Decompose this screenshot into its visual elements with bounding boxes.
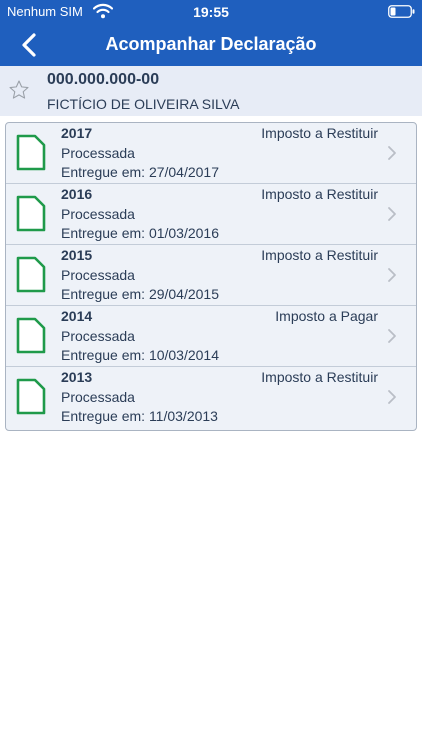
declaration-kind: Imposto a Pagar	[275, 308, 378, 324]
declaration-status: Processada	[61, 328, 135, 344]
file-icon	[16, 195, 46, 232]
declaration-row[interactable]: 2014 Imposto a Pagar Processada Entregue…	[6, 306, 416, 367]
status-bar: Nenhum SIM 19:55	[0, 0, 422, 24]
declaration-status: Processada	[61, 206, 135, 222]
file-icon	[16, 256, 46, 293]
chevron-right-icon	[388, 329, 396, 343]
declaration-kind: Imposto a Restituir	[261, 369, 378, 385]
declaration-status: Processada	[61, 389, 135, 405]
navigation-bar: Acompanhar Declaração	[0, 24, 422, 66]
taxpayer-header: 000.000.000-00 FICTÍCIO DE OLIVEIRA SILV…	[0, 66, 422, 116]
carrier-label: Nenhum SIM	[7, 4, 83, 19]
chevron-right-icon	[388, 146, 396, 160]
file-icon	[16, 378, 46, 415]
chevron-right-icon	[388, 390, 396, 404]
chevron-right-icon	[388, 207, 396, 221]
declaration-delivered-date: Entregue em: 27/04/2017	[61, 164, 220, 180]
declaration-kind: Imposto a Restituir	[261, 247, 378, 263]
declaration-year: 2014	[61, 308, 93, 324]
declaration-row[interactable]: 2017 Imposto a Restituir Processada Entr…	[6, 123, 416, 184]
declarations-list: 2017 Imposto a Restituir Processada Entr…	[5, 122, 417, 431]
declaration-kind: Imposto a Restituir	[261, 186, 378, 202]
file-icon	[16, 134, 46, 171]
declaration-delivered-date: Entregue em: 01/03/2016	[61, 225, 220, 241]
star-outline-icon[interactable]	[8, 79, 30, 101]
declaration-row[interactable]: 2013 Imposto a Restituir Processada Entr…	[6, 367, 416, 428]
page-title: Acompanhar Declaração	[105, 34, 317, 54]
declaration-delivered-date: Entregue em: 10/03/2014	[61, 347, 220, 363]
taxpayer-cpf: 000.000.000-00	[47, 71, 160, 88]
declaration-kind: Imposto a Restituir	[261, 125, 378, 141]
declaration-year: 2015	[61, 247, 93, 263]
declaration-status: Processada	[61, 267, 135, 283]
declaration-row[interactable]: 2016 Imposto a Restituir Processada Entr…	[6, 184, 416, 245]
declaration-row[interactable]: 2015 Imposto a Restituir Processada Entr…	[6, 245, 416, 306]
declaration-year: 2017	[61, 125, 93, 141]
declaration-delivered-date: Entregue em: 29/04/2015	[61, 286, 220, 302]
battery-icon	[388, 5, 415, 18]
wifi-icon	[93, 3, 113, 19]
declaration-year: 2016	[61, 186, 93, 202]
declaration-delivered-date: Entregue em: 11/03/2013	[61, 408, 218, 424]
chevron-left-icon	[22, 33, 36, 57]
file-icon	[16, 317, 46, 354]
chevron-right-icon	[388, 268, 396, 282]
declaration-status: Processada	[61, 145, 135, 161]
taxpayer-name: FICTÍCIO DE OLIVEIRA SILVA	[47, 96, 240, 112]
back-button[interactable]	[14, 30, 44, 60]
declaration-year: 2013	[61, 369, 93, 385]
top-bar: Nenhum SIM 19:55 Acompanhar Declaração	[0, 0, 422, 66]
